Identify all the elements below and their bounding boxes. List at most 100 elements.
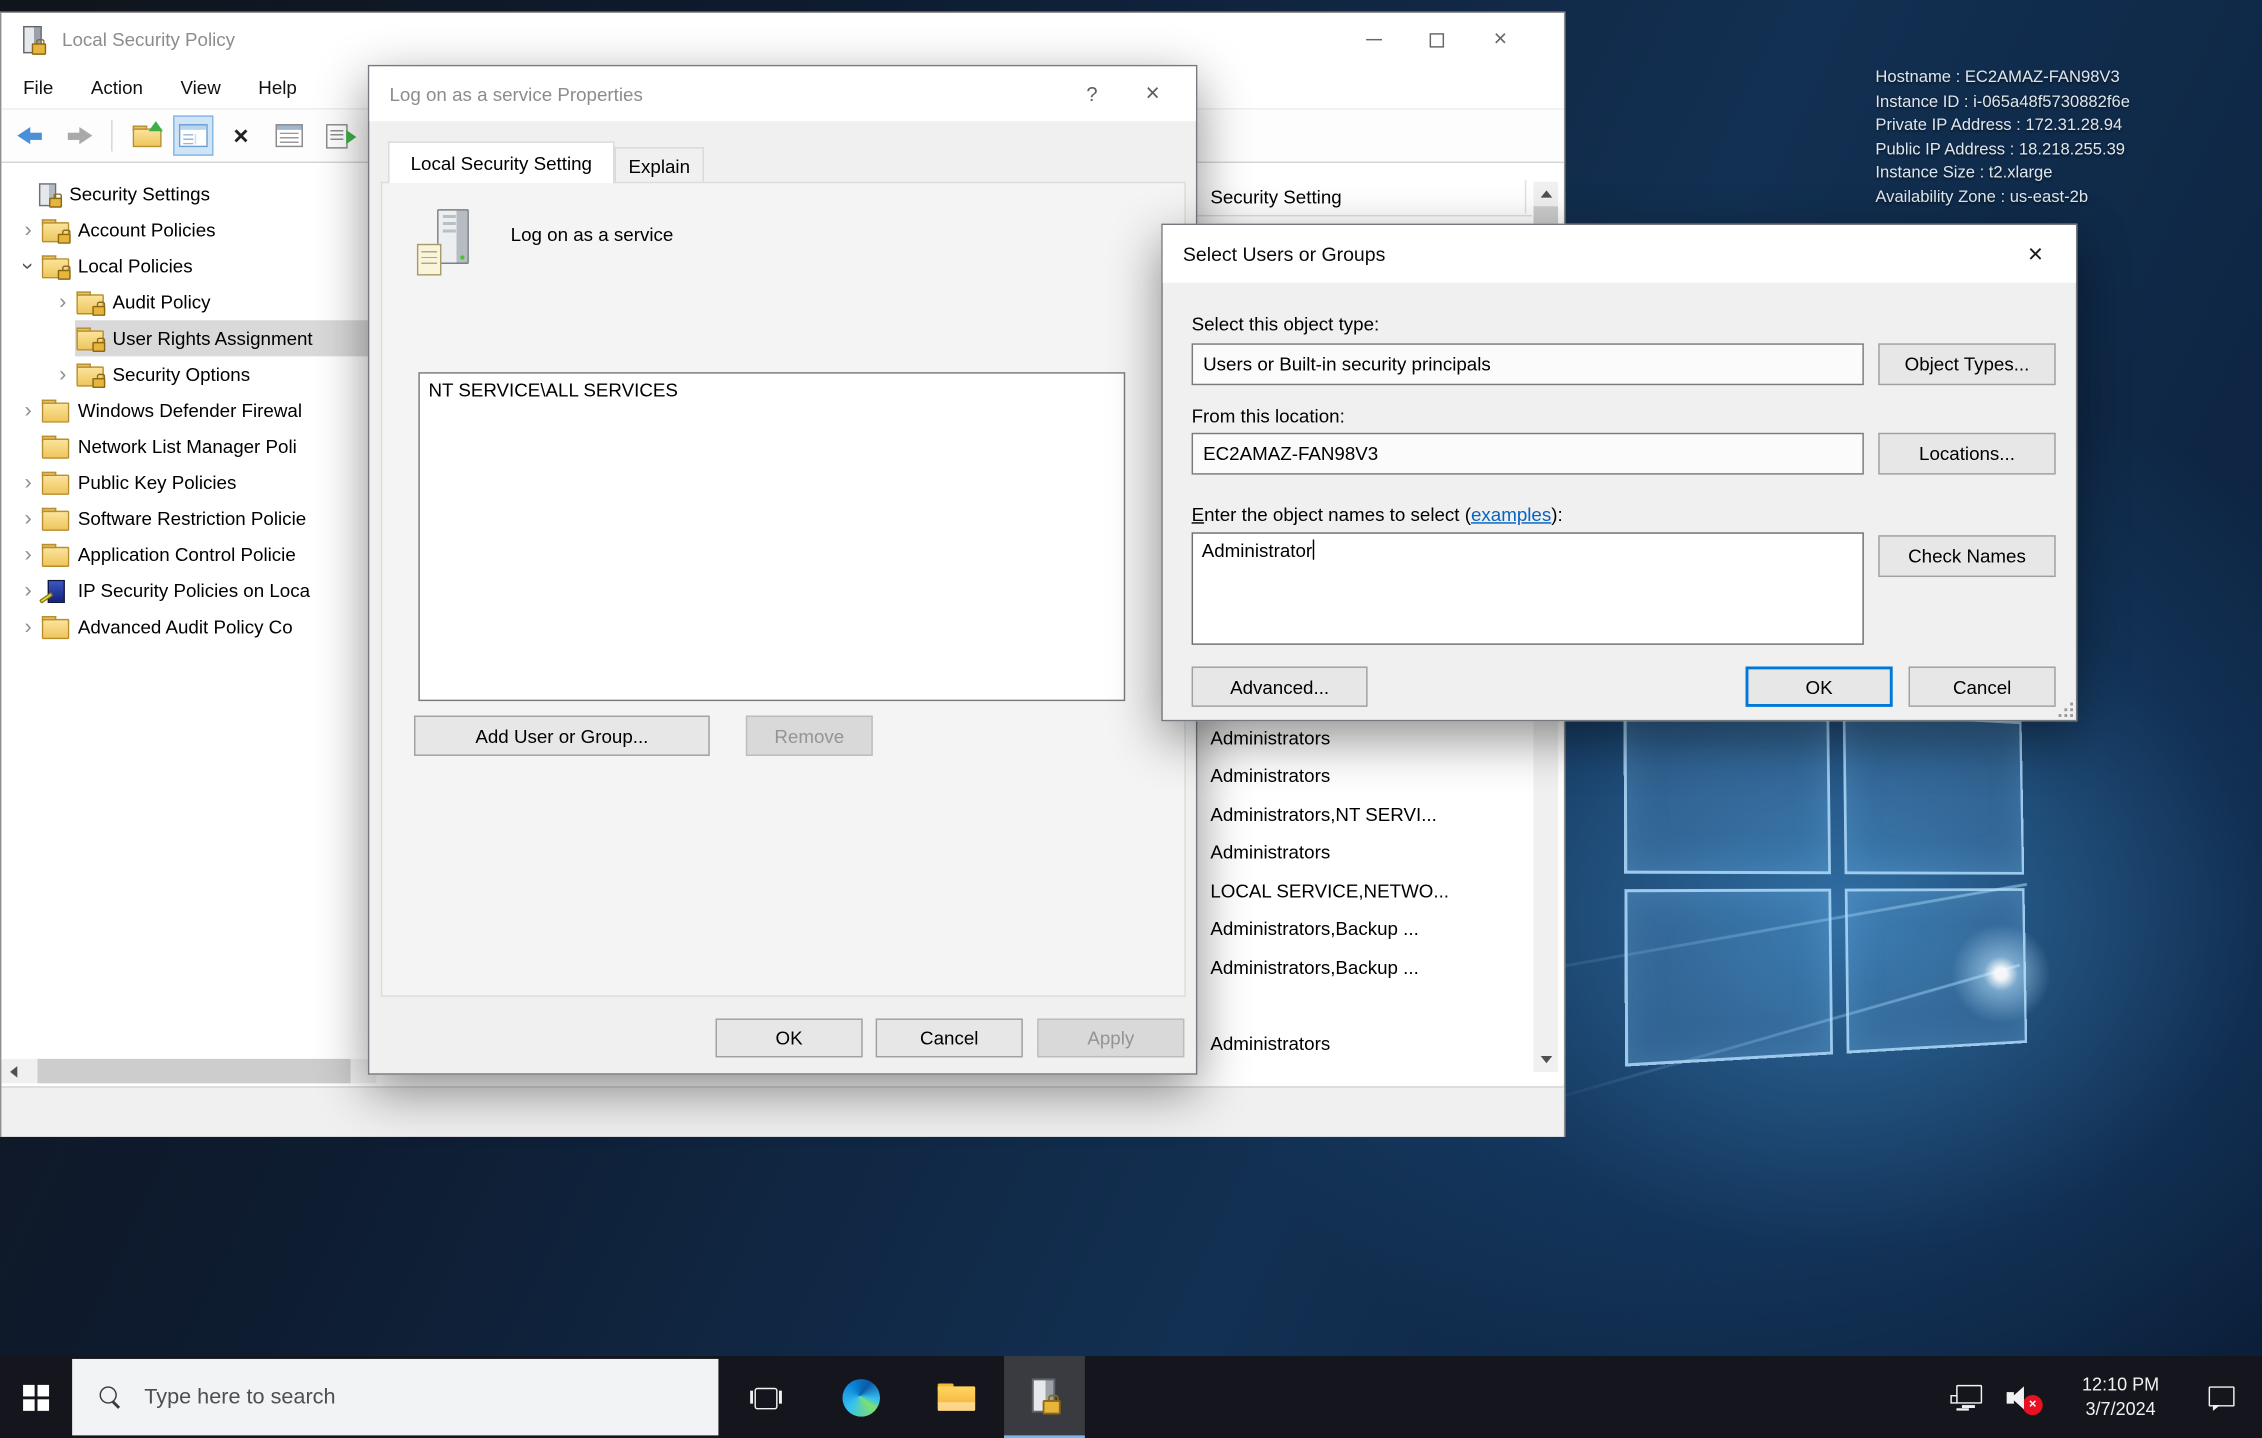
- advanced-button[interactable]: Advanced...: [1192, 666, 1368, 706]
- dialog-titlebar[interactable]: Select Users or Groups: [1163, 225, 2076, 283]
- minimize-button[interactable]: [1342, 13, 1405, 66]
- logon-as-service-properties-dialog: Log on as a service Properties ? × Local…: [368, 65, 1197, 1075]
- back-button[interactable]: [10, 115, 50, 155]
- location-field[interactable]: EC2AMAZ-FAN98V3: [1192, 433, 1864, 475]
- maximize-button[interactable]: [1405, 13, 1468, 66]
- window-titlebar[interactable]: Local Security Policy ×: [1, 13, 1563, 66]
- apply-button: Apply: [1037, 1018, 1184, 1057]
- menu-item[interactable]: Action: [91, 76, 143, 98]
- task-view-icon: [750, 1386, 782, 1409]
- tree-item[interactable]: › Network List Manager Poli: [1, 428, 376, 464]
- scrollbar-thumb[interactable]: [38, 1059, 351, 1084]
- taskbar-search[interactable]: [72, 1359, 718, 1435]
- resize-grip[interactable]: [2057, 701, 2073, 717]
- tree-horizontal-scrollbar[interactable]: [1, 1059, 376, 1084]
- tree-item[interactable]: › Local Policies: [1, 248, 376, 284]
- scroll-up-button[interactable]: [1533, 182, 1558, 207]
- chevron-icon[interactable]: ›: [16, 544, 41, 566]
- tree-item-label: Local Policies: [78, 255, 193, 277]
- tree-item[interactable]: › Audit Policy: [1, 284, 376, 320]
- tab-local-security-setting[interactable]: Local Security Setting: [388, 141, 614, 183]
- tree-item-label: Security Options: [113, 364, 251, 386]
- minimize-icon: [1365, 39, 1381, 40]
- edge-browser-button[interactable]: [814, 1356, 909, 1438]
- security-setting-cell: Administrators: [1210, 765, 1330, 787]
- file-explorer-icon: [938, 1383, 976, 1412]
- local-security-policy-taskbar-button[interactable]: [1004, 1356, 1085, 1438]
- console-tree: › Security Settings › Account Policies: [1, 176, 376, 645]
- start-button[interactable]: [0, 1356, 72, 1438]
- tree-item[interactable]: › Security Settings: [1, 176, 376, 212]
- delete-button[interactable]: ×: [221, 115, 261, 155]
- chevron-icon[interactable]: ›: [50, 364, 75, 386]
- tree-item-label: IP Security Policies on Loca: [78, 580, 310, 602]
- examples-link[interactable]: examples: [1471, 503, 1551, 525]
- volume-muted-icon[interactable]: ×: [2005, 1381, 2043, 1413]
- chevron-icon[interactable]: ›: [16, 508, 41, 530]
- scroll-left-button[interactable]: [1, 1059, 26, 1084]
- tree-item[interactable]: › Advanced Audit Policy Co: [1, 609, 376, 645]
- cancel-button[interactable]: Cancel: [1909, 666, 2056, 706]
- object-type-field[interactable]: Users or Built-in security principals: [1192, 343, 1864, 385]
- properties-button[interactable]: [268, 115, 308, 155]
- add-user-or-group-button[interactable]: Add User or Group...: [414, 716, 710, 756]
- close-button[interactable]: ×: [1469, 13, 1532, 66]
- tree-item[interactable]: › Software Restriction Policie: [1, 501, 376, 537]
- menu-item[interactable]: File: [23, 76, 53, 98]
- tree-item[interactable]: › Security Options: [1, 356, 376, 392]
- close-button[interactable]: ×: [2007, 226, 2065, 281]
- locations-button[interactable]: Locations...: [1878, 433, 2055, 475]
- column-divider[interactable]: [1525, 180, 1526, 213]
- task-view-button[interactable]: [718, 1356, 813, 1438]
- object-names-textarea[interactable]: Administrator: [1192, 532, 1864, 645]
- tab-explain[interactable]: Explain: [615, 147, 704, 183]
- file-explorer-button[interactable]: [909, 1356, 1004, 1438]
- ok-button[interactable]: OK: [716, 1018, 863, 1057]
- ok-button[interactable]: OK: [1746, 666, 1893, 706]
- chevron-icon[interactable]: ›: [16, 472, 41, 494]
- chevron-icon[interactable]: ›: [17, 254, 39, 279]
- cancel-button[interactable]: Cancel: [876, 1018, 1023, 1057]
- action-center-icon[interactable]: [2207, 1384, 2236, 1410]
- object-type-label: Select this object type:: [1192, 313, 1380, 335]
- tree-item[interactable]: › Account Policies: [1, 212, 376, 248]
- tree-item[interactable]: › IP Security Policies on Loca: [1, 573, 376, 609]
- scroll-down-button[interactable]: [1533, 1047, 1558, 1072]
- menu-item[interactable]: Help: [258, 76, 297, 98]
- instance-info-line: Instance ID : i-065a48f5730882f6e: [1875, 90, 2130, 114]
- close-button[interactable]: ×: [1124, 66, 1182, 121]
- tree-item-icon: [42, 255, 71, 278]
- show-console-tree-button[interactable]: [173, 115, 213, 155]
- help-button[interactable]: ?: [1063, 66, 1121, 121]
- text-caret: [1312, 540, 1313, 560]
- tree-item-label: Account Policies: [78, 219, 216, 241]
- taskbar: × 12:10 PM 3/7/2024: [0, 1356, 2262, 1438]
- column-header-security-setting[interactable]: Security Setting: [1210, 185, 1341, 207]
- menu-item[interactable]: View: [180, 76, 220, 98]
- tree-item-label: Audit Policy: [113, 291, 211, 313]
- chevron-icon[interactable]: ›: [16, 219, 41, 241]
- tree-item[interactable]: › User Rights Assignment: [1, 320, 376, 356]
- close-icon: ×: [1494, 28, 1507, 51]
- desktop: Hostname : EC2AMAZ-FAN98V3Instance ID : …: [0, 0, 2262, 1438]
- object-names-value: Administrator: [1202, 540, 1312, 562]
- tree-item[interactable]: › Windows Defender Firewal: [1, 392, 376, 428]
- chevron-icon[interactable]: ›: [16, 580, 41, 602]
- mute-badge: ×: [2023, 1394, 2043, 1414]
- chevron-icon[interactable]: ›: [50, 291, 75, 313]
- search-input[interactable]: [141, 1383, 617, 1410]
- check-names-button[interactable]: Check Names: [1878, 535, 2055, 577]
- windows-logo-pane: [1843, 711, 2025, 874]
- export-list-button[interactable]: [316, 115, 356, 155]
- tree-item[interactable]: › Public Key Policies: [1, 465, 376, 501]
- object-types-button[interactable]: Object Types...: [1878, 343, 2055, 385]
- forward-button[interactable]: [58, 115, 98, 155]
- folder-up-icon: [132, 126, 159, 146]
- members-listbox[interactable]: NT SERVICE\ALL SERVICES: [418, 372, 1125, 701]
- network-icon[interactable]: [1950, 1384, 1985, 1410]
- chevron-icon[interactable]: ›: [16, 400, 41, 422]
- tree-item[interactable]: › Application Control Policie: [1, 537, 376, 573]
- chevron-icon[interactable]: ›: [16, 616, 41, 638]
- up-one-level-button[interactable]: [126, 115, 166, 155]
- taskbar-clock[interactable]: 12:10 PM 3/7/2024: [2060, 1373, 2181, 1422]
